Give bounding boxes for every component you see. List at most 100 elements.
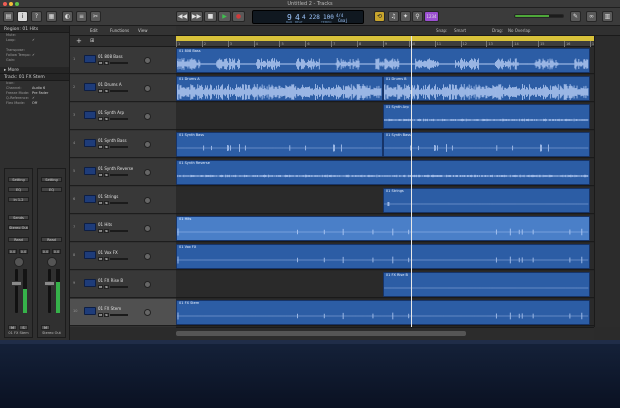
bar-ruler[interactable]: 1234567891011121314151617 [176,36,596,47]
track-name[interactable]: 01 Vox FX [98,250,118,255]
track-header[interactable]: 5 01 Synth Reverse M S [70,159,176,186]
track-volume-slider[interactable] [110,202,128,204]
track-header[interactable]: 4 01 Synth Bass M S [70,131,176,158]
track-name[interactable]: 01 Synth Bass [98,138,127,143]
track-solo-button[interactable]: S [104,89,109,93]
track-header[interactable]: 10 01 FX Stem M S [70,299,176,326]
track-header[interactable]: 3 01 Synth Arp M S [70,103,176,130]
output-slot[interactable]: Stereo Out [8,225,29,230]
setting-slot[interactable]: Setting [41,177,62,182]
track-volume-slider[interactable] [110,174,128,176]
audio-region[interactable]: 01 Strings [382,188,590,213]
track-name[interactable]: 01 FX Stem [98,306,121,311]
audio-region[interactable]: 01 Drums A [176,76,383,101]
track-mute-button[interactable]: M [98,313,103,317]
volume-fader-knob[interactable] [11,281,22,286]
solo-button[interactable]: S [19,325,28,330]
volume-fader-track[interactable] [48,269,51,313]
library-icon[interactable]: ▤ [3,11,14,22]
metronome-icon[interactable]: ⚲ [412,11,423,22]
master-volume-slider-track[interactable] [514,14,564,18]
eq-slot[interactable]: EQ [8,187,29,192]
playhead[interactable] [411,36,412,327]
browser-icon[interactable]: ▥ [602,11,613,22]
setting-slot[interactable]: Setting [8,177,29,182]
track-mute-button[interactable]: M [98,89,103,93]
automation-mode[interactable]: Read [41,237,62,242]
track-solo-button[interactable]: S [104,229,109,233]
automation-mode[interactable]: Read [8,237,29,242]
pan-knob[interactable] [14,257,24,267]
track-mute-button[interactable]: M [98,285,103,289]
forward-icon[interactable]: ▶▶ [190,11,203,22]
track-pan-knob[interactable] [144,57,151,64]
audio-region[interactable]: 01 FX Rise B [382,272,590,297]
edit-menu[interactable]: Edit [90,28,98,33]
track-pan-knob[interactable] [144,225,151,232]
track-mute-button[interactable]: M [98,257,103,261]
track-mute-button[interactable]: M [98,145,103,149]
track-solo-button[interactable]: S [104,117,109,121]
track-header[interactable]: 8 01 Vox FX M S [70,243,176,270]
audio-region[interactable]: 01 Hits [176,216,590,241]
track-mute-button[interactable]: M [98,117,103,121]
track-header[interactable]: 7 01 Hits M S [70,215,176,242]
inspector-icon[interactable]: i [17,11,28,22]
functions-menu[interactable]: Functions [110,28,129,33]
track-pan-knob[interactable] [144,169,151,176]
snap-select[interactable]: Smart [454,28,466,33]
view-menu[interactable]: View [138,28,148,33]
toolbar-icon[interactable]: ▦ [46,11,57,22]
track-name[interactable]: 01 Hits [98,222,112,227]
track-header[interactable]: 6 01 Strings M S [70,187,176,214]
track-name[interactable]: 01 Drums A [98,82,122,87]
mute-button[interactable]: M [8,325,17,330]
more-toggle[interactable]: ▸ More [0,67,69,74]
track-solo-button[interactable]: S [104,257,109,261]
track-volume-slider[interactable] [110,230,128,232]
mute-button[interactable]: M [41,325,50,330]
audio-region[interactable]: 01 Vox FX [176,244,590,269]
track-solo-button[interactable]: S [104,61,109,65]
pan-knob[interactable] [47,257,57,267]
track-volume-slider[interactable] [110,90,128,92]
volume-value[interactable]: 0.0 [52,249,61,254]
track-name[interactable]: 01 Synth Arp [98,110,124,115]
loops-icon[interactable]: ∞ [586,11,597,22]
smart-controls-icon[interactable]: ◐ [62,11,73,22]
track-volume-slider[interactable] [110,286,128,288]
track-pan-knob[interactable] [144,113,151,120]
lcd-display[interactable]: 9 4 4 228 100 4/4 Cmaj BAR BEAT TEMPO [252,10,364,24]
drag-select[interactable]: No Overlap [508,28,530,33]
track-name[interactable]: 01 808 Bass [98,54,123,59]
audio-region[interactable]: 01 Synth Arp [382,104,590,129]
track-volume-slider[interactable] [110,146,128,148]
track-volume-slider[interactable] [110,314,128,316]
audio-region[interactable]: 01 Synth Bass [382,132,590,157]
track-volume-slider[interactable] [110,62,128,64]
track-volume-slider[interactable] [110,258,128,260]
track-name[interactable]: 01 Synth Reverse [98,166,133,171]
track-solo-button[interactable]: S [104,145,109,149]
track-pan-knob[interactable] [144,85,151,92]
volume-value[interactable]: 0.0 [19,249,28,254]
rewind-icon[interactable]: ◀◀ [176,11,189,22]
track-solo-button[interactable]: S [104,201,109,205]
track-mute-button[interactable]: M [98,201,103,205]
audio-region[interactable]: 01 FX Stem [176,300,590,325]
track-solo-button[interactable]: S [104,173,109,177]
track-options-icon[interactable]: ⊞ [90,38,94,44]
inspector-row-value[interactable]: Off [32,101,37,106]
sends-slot[interactable]: Sends [8,215,29,220]
track-name[interactable]: 01 Strings [98,194,118,199]
pan-value[interactable]: 0.0 [8,249,17,254]
track-header[interactable]: 9 01 FX Rise B MS [70,271,176,298]
audio-region[interactable]: 01 Drums B [382,76,590,101]
volume-fader-knob[interactable] [44,281,55,286]
notepad-icon[interactable]: ✎ [570,11,581,22]
tuner-icon[interactable]: ♫ [388,11,399,22]
play-icon[interactable]: ▶ [218,11,231,22]
track-pan-knob[interactable] [144,141,151,148]
quick-help-icon[interactable]: ? [31,11,42,22]
track-mute-button[interactable]: M [98,61,103,65]
